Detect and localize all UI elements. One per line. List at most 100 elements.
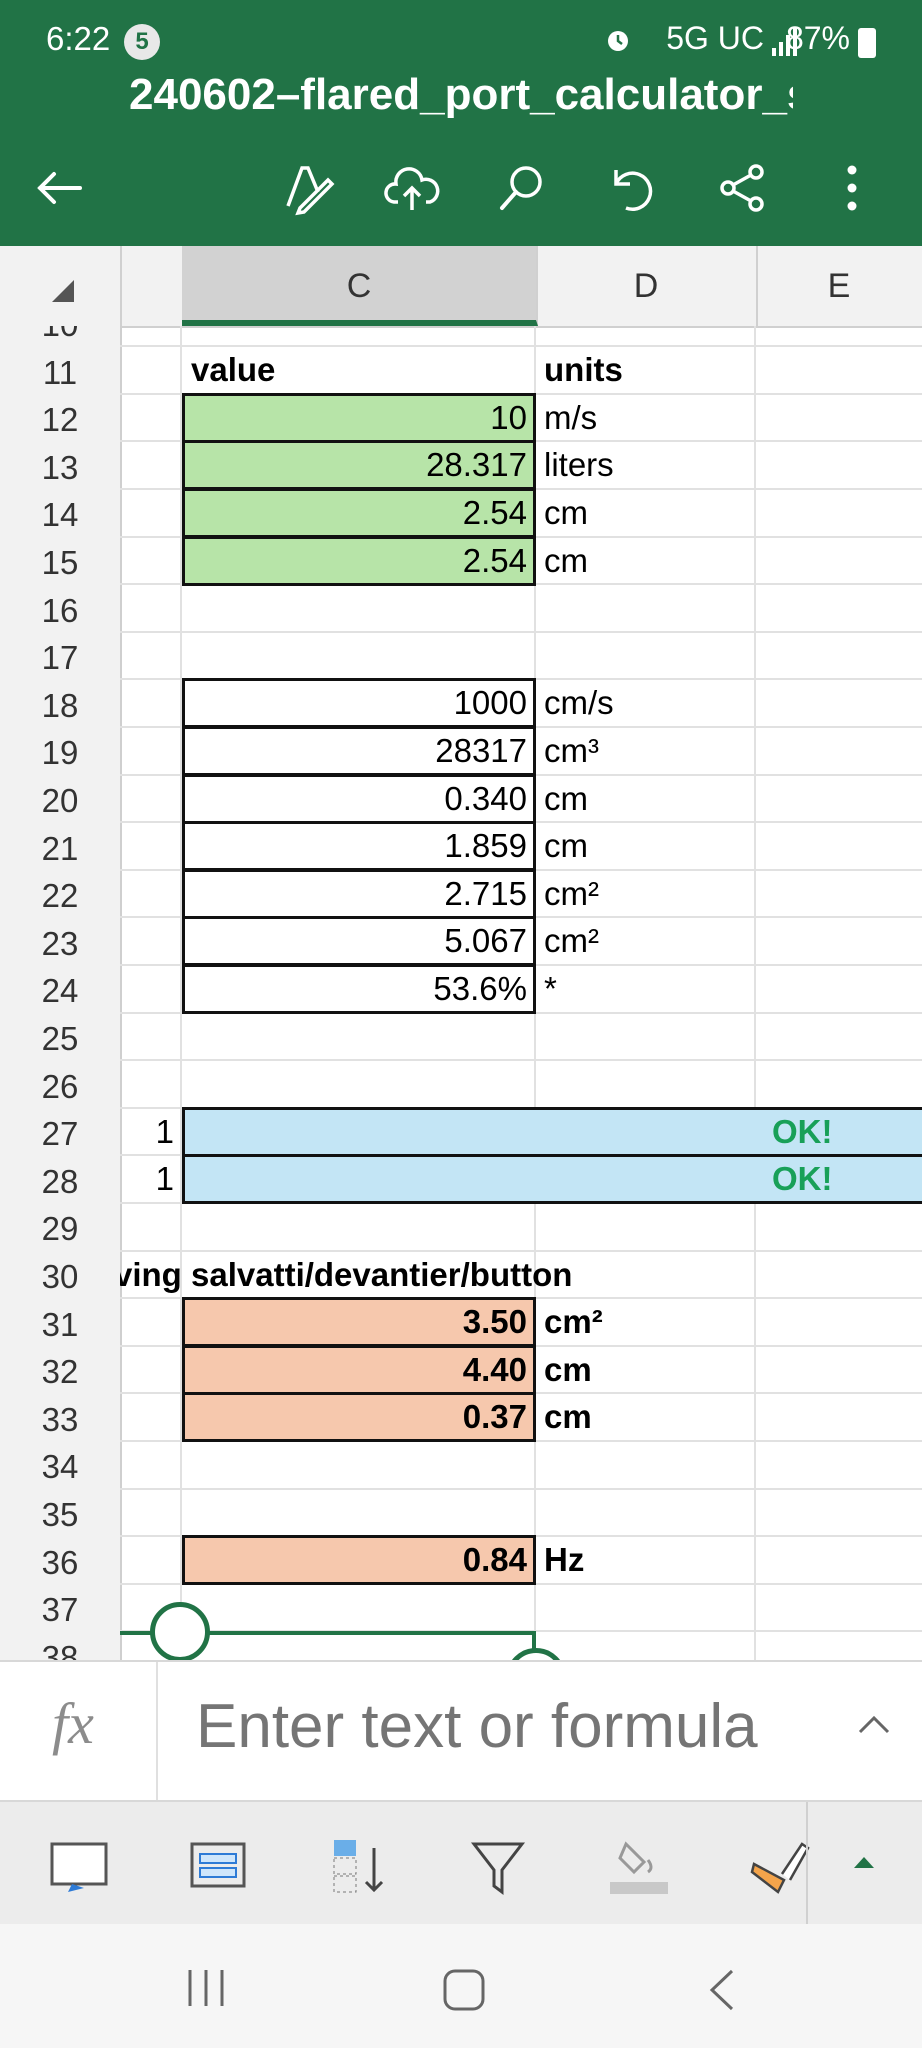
row-number[interactable]: 10: [0, 326, 120, 348]
row-number[interactable]: 30: [0, 1252, 120, 1300]
cell-c32[interactable]: 4.40: [182, 1345, 536, 1395]
cell-c24[interactable]: 53.6%: [182, 964, 536, 1014]
battery-percent: 87%: [785, 20, 850, 56]
cell-d23[interactable]: cm²: [544, 922, 599, 960]
cell-d21[interactable]: cm: [544, 827, 588, 865]
cell-d36[interactable]: Hz: [544, 1541, 584, 1579]
cell-d20[interactable]: cm: [544, 780, 588, 818]
column-header-b[interactable]: [120, 246, 184, 326]
row-number[interactable]: 11: [0, 348, 120, 396]
formula-bar: fx: [0, 1660, 922, 1802]
network-label: 5G UC: [666, 20, 764, 56]
recent-apps-icon[interactable]: [184, 1968, 228, 2013]
system-nav-bar: [0, 1924, 922, 2048]
cell-b30[interactable]: ving salvatti/devantier/button: [120, 1256, 572, 1294]
cell-e27[interactable]: OK!: [772, 1113, 833, 1151]
cell-d13[interactable]: liters: [544, 446, 614, 484]
expand-ribbon-icon[interactable]: [852, 1854, 876, 1875]
cell-c33[interactable]: 0.37: [182, 1392, 536, 1442]
cell-d32[interactable]: cm: [544, 1351, 592, 1389]
cell-d15[interactable]: cm: [544, 542, 588, 580]
row-number[interactable]: 26: [0, 1062, 120, 1110]
cell-c31[interactable]: 3.50: [182, 1297, 536, 1347]
cell-d18[interactable]: cm/s: [544, 684, 614, 722]
formula-input[interactable]: [194, 1690, 818, 1763]
document-title[interactable]: 240602–flared_port_calculator_s: [0, 70, 922, 131]
cell-d31[interactable]: cm²: [544, 1303, 603, 1341]
back-arrow-icon[interactable]: [30, 158, 90, 218]
row-number[interactable]: 28: [0, 1157, 120, 1205]
share-icon[interactable]: [712, 158, 772, 218]
cell-c22[interactable]: 2.715: [182, 869, 536, 919]
cell-d11[interactable]: units: [544, 351, 623, 389]
row-number[interactable]: 20: [0, 776, 120, 824]
cell-d19[interactable]: cm³: [544, 732, 599, 770]
sort-icon[interactable]: [330, 1838, 390, 1903]
row-number[interactable]: 32: [0, 1347, 120, 1395]
row-number[interactable]: 31: [0, 1300, 120, 1348]
table-style-icon[interactable]: [188, 1838, 248, 1899]
selection-handle-start[interactable]: [150, 1602, 210, 1660]
search-icon[interactable]: [492, 158, 552, 218]
cell-c19[interactable]: 28317: [182, 726, 536, 776]
row-number[interactable]: 17: [0, 633, 120, 681]
fill-color-icon[interactable]: [606, 1834, 670, 1903]
row-number[interactable]: 35: [0, 1490, 120, 1538]
row-number[interactable]: 15: [0, 538, 120, 586]
cell-c18[interactable]: 1000: [182, 678, 536, 728]
row-number[interactable]: 21: [0, 824, 120, 872]
cell-d14[interactable]: cm: [544, 494, 588, 532]
cell-d33[interactable]: cm: [544, 1398, 592, 1436]
format-cells-icon[interactable]: [50, 1838, 110, 1899]
row-number[interactable]: 36: [0, 1538, 120, 1586]
filter-icon[interactable]: [470, 1838, 526, 1903]
row-number[interactable]: 18: [0, 681, 120, 729]
cell-b27[interactable]: 1: [120, 1113, 180, 1151]
status-time: 6:22: [46, 20, 111, 57]
cell-b28[interactable]: 1: [120, 1160, 180, 1198]
cell-e28[interactable]: OK!: [772, 1160, 833, 1198]
cell-c12[interactable]: 10: [182, 393, 536, 443]
cell-c14[interactable]: 2.54: [182, 488, 536, 538]
row-number[interactable]: 14: [0, 490, 120, 538]
row-number[interactable]: 34: [0, 1442, 120, 1490]
cell-c20[interactable]: 0.340: [182, 774, 536, 824]
more-icon[interactable]: [822, 158, 882, 218]
bottom-toolbar: [0, 1800, 922, 1926]
row-number[interactable]: 25: [0, 1014, 120, 1062]
column-header-e[interactable]: E: [756, 246, 922, 326]
row-number[interactable]: 13: [0, 443, 120, 491]
format-painter-icon[interactable]: [748, 1834, 812, 1903]
row-number[interactable]: 22: [0, 871, 120, 919]
cell-c13[interactable]: 28.317: [182, 440, 536, 490]
row-number[interactable]: 37: [0, 1585, 120, 1633]
cell-d12[interactable]: m/s: [544, 399, 597, 437]
cell-c11[interactable]: value: [191, 351, 275, 389]
chevron-up-icon[interactable]: [856, 1712, 892, 1741]
cell-c23[interactable]: 5.067: [182, 916, 536, 966]
column-header-d[interactable]: D: [536, 246, 758, 326]
home-icon[interactable]: [442, 1968, 486, 2017]
column-header-c[interactable]: C: [182, 246, 538, 326]
cell-c21[interactable]: 1.859: [182, 821, 536, 871]
cloud-upload-icon[interactable]: [382, 158, 442, 218]
row-number[interactable]: 12: [0, 395, 120, 443]
cell-grid[interactable]: value units 10 28.317 2.54 2.54 m/s lite…: [120, 326, 922, 1660]
row-number[interactable]: 27: [0, 1109, 120, 1157]
row-number[interactable]: 29: [0, 1204, 120, 1252]
select-all-corner[interactable]: [0, 246, 122, 326]
pen-icon[interactable]: [278, 158, 338, 218]
fx-icon[interactable]: fx: [52, 1690, 94, 1757]
row-number[interactable]: 23: [0, 919, 120, 967]
back-icon[interactable]: [706, 1968, 738, 2017]
row-number[interactable]: 19: [0, 728, 120, 776]
cell-c15[interactable]: 2.54: [182, 536, 536, 586]
cell-d24[interactable]: *: [544, 970, 557, 1008]
cell-c36[interactable]: 0.84: [182, 1535, 536, 1585]
undo-icon[interactable]: [602, 158, 662, 218]
row-number[interactable]: 16: [0, 586, 120, 634]
row-number[interactable]: 24: [0, 966, 120, 1014]
row-number[interactable]: 38: [0, 1633, 120, 1660]
row-number[interactable]: 33: [0, 1395, 120, 1443]
cell-d22[interactable]: cm²: [544, 875, 599, 913]
